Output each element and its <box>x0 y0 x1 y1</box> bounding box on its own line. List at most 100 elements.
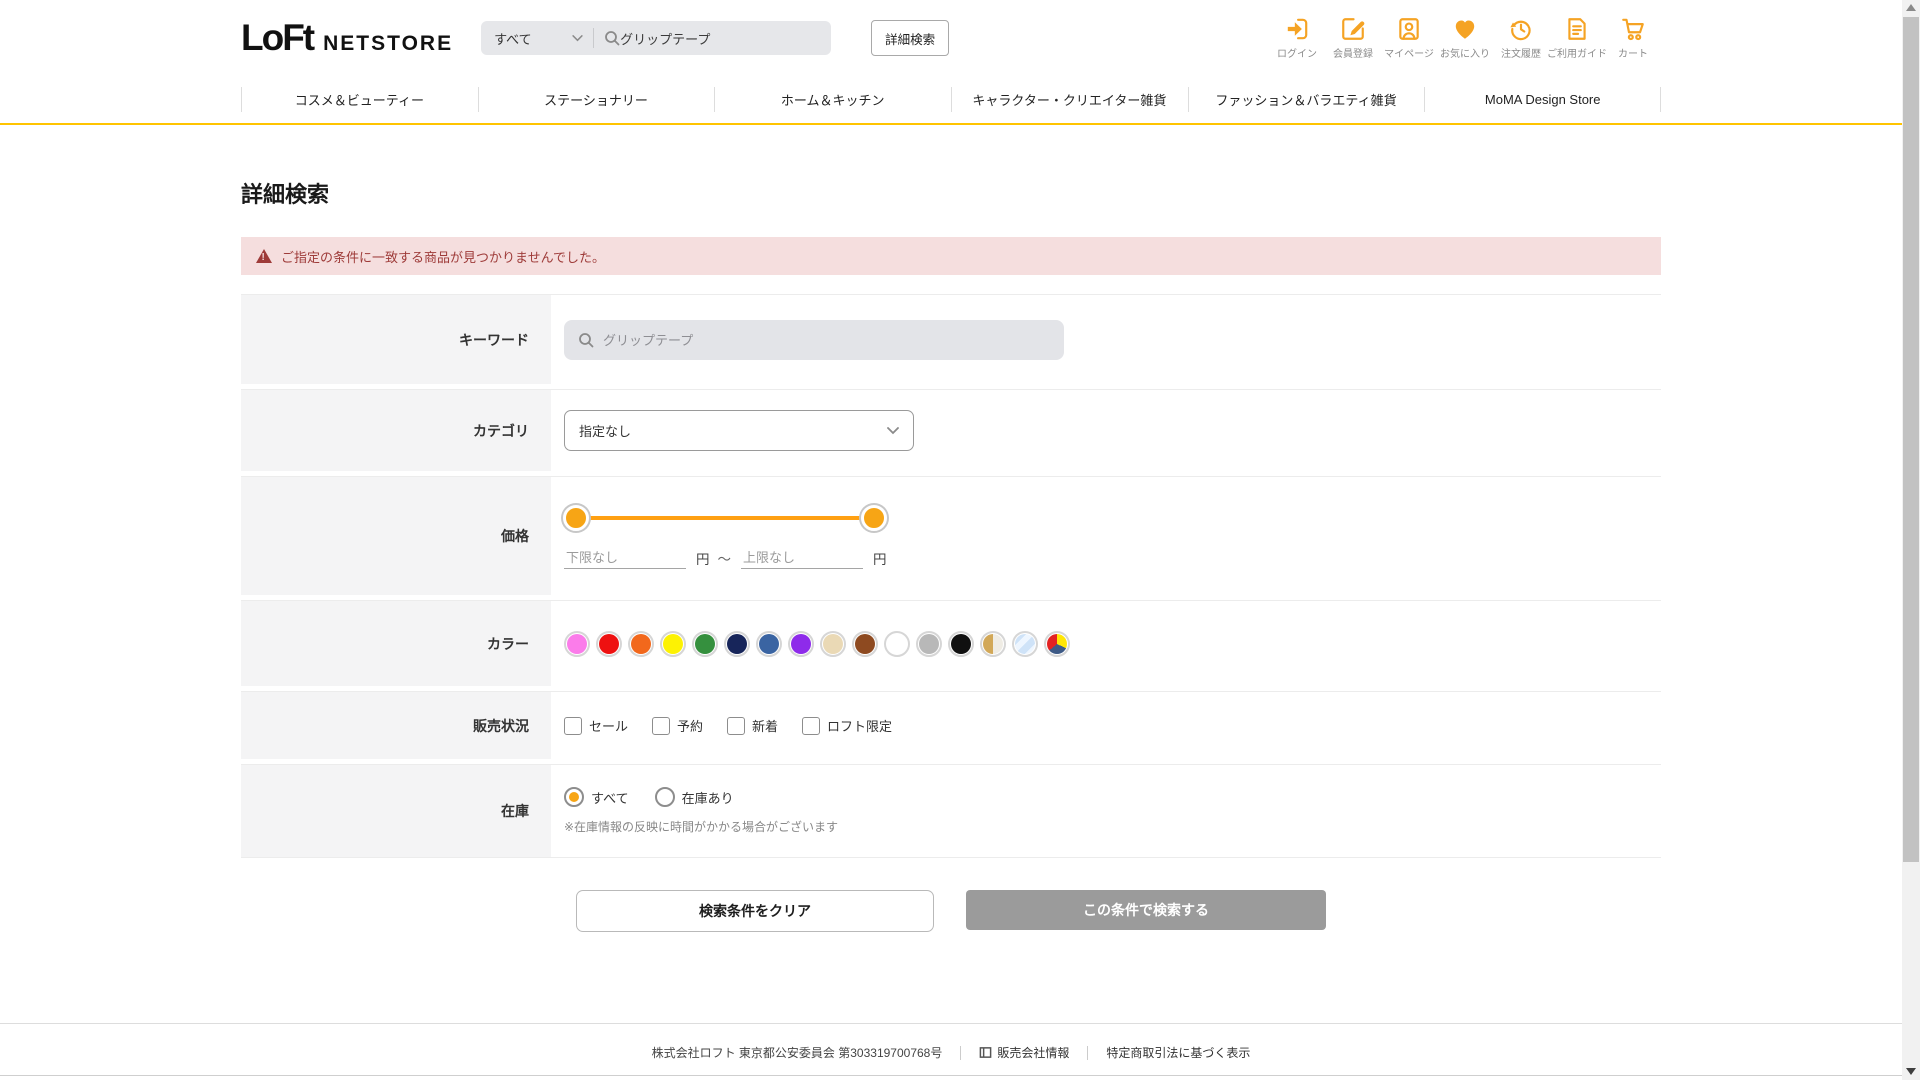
color-swatch-gray[interactable] <box>916 630 942 657</box>
color-swatch-blue[interactable] <box>756 630 782 657</box>
color-swatches <box>564 630 1661 657</box>
footer-link-seller-info[interactable]: 販売会社情報 <box>979 1044 1069 1061</box>
color-swatch-purple[interactable] <box>788 630 814 657</box>
footer-separator <box>1087 1045 1089 1060</box>
checkbox-preorder[interactable]: 予約 <box>652 716 703 735</box>
price-range-slider <box>563 505 887 531</box>
register-icon <box>1342 18 1365 40</box>
radio-label: すべて <box>591 790 629 806</box>
order-history-link[interactable]: 注文履歴 <box>1493 16 1549 60</box>
color-swatch-brown[interactable] <box>852 630 878 657</box>
nav-item-cosme[interactable]: コスメ＆ビューティー <box>241 76 478 123</box>
page-title: 詳細検索 <box>241 182 330 207</box>
scrollbar-thumb[interactable] <box>1903 17 1919 862</box>
category-select[interactable]: 指定なし <box>564 410 914 451</box>
search-submit-button[interactable]: この条件で検索する <box>966 890 1326 930</box>
mypage-label: マイページ <box>1384 49 1434 60</box>
footer-separator <box>960 1045 962 1060</box>
checkbox-label: 予約 <box>677 719 704 734</box>
price-max-input[interactable] <box>741 547 863 569</box>
main-content: 詳細検索 ! ご指定の条件に一致する商品が見つかりませんでした。 キーワード カ… <box>241 177 1661 932</box>
checkbox-loft-exclusive[interactable]: ロフト限定 <box>802 716 892 735</box>
color-swatch-clear[interactable] <box>1012 630 1038 657</box>
radio-all[interactable]: すべて <box>564 787 629 807</box>
color-swatch-beige[interactable] <box>820 630 846 657</box>
checkbox-label: ロフト限定 <box>827 719 893 734</box>
nav-item-home-kitchen[interactable]: ホーム＆キッチン <box>714 76 951 123</box>
mypage-link[interactable]: マイページ <box>1381 16 1437 60</box>
sales-status-checks: セール 予約 新着 ロフト限定 <box>564 716 1661 735</box>
color-swatch-red[interactable] <box>596 630 622 657</box>
scrollbar-up-arrow[interactable] <box>1906 4 1916 11</box>
footer-company-text: 株式会社ロフト 東京都公安委員会 第303319700768号 <box>651 1046 943 1060</box>
checkbox-box <box>564 716 582 735</box>
footer-link-label: 特定商取引法に基づく表示 <box>1106 1046 1251 1060</box>
no-results-message: ご指定の条件に一致する商品が見つかりませんでした。 <box>281 249 605 265</box>
color-swatch-green[interactable] <box>692 630 718 657</box>
guide-link[interactable]: ご利用ガイド <box>1547 16 1607 60</box>
color-swatch-navy[interactable] <box>724 630 750 657</box>
clear-conditions-button[interactable]: 検索条件をクリア <box>576 890 934 932</box>
sales-status-label: 販売状況 <box>241 692 551 759</box>
form-row-sales-status: 販売状況 セール 予約 新着 ロフト限定 <box>241 691 1661 759</box>
price-min-input[interactable] <box>564 547 686 569</box>
form-row-price: 価格 円 ～ 円 <box>241 476 1661 595</box>
heart-icon <box>1455 20 1475 39</box>
nav-item-character-goods[interactable]: キャラクター・クリエイター雑貨 <box>951 76 1188 123</box>
footer-inner: 株式会社ロフト 東京都公安委員会 第303319700768号 販売会社情報 特… <box>241 1024 1661 1076</box>
stock-note: ※在庫情報の反映に時間がかかる場合がございます <box>564 820 839 834</box>
form-row-stock: 在庫 すべて 在庫あり ※在庫情報の反映に時間がかかる場合がございます <box>241 764 1661 858</box>
nav-item-moma[interactable]: MoMA Design Store <box>1424 76 1661 123</box>
warning-icon: ! <box>256 249 272 263</box>
keyword-input[interactable] <box>603 332 1023 347</box>
search-icon <box>579 332 594 347</box>
nav-item-stationery[interactable]: ステーショナリー <box>477 76 715 123</box>
color-swatch-black[interactable] <box>948 630 974 657</box>
color-swatch-gold-silver[interactable] <box>980 630 1006 657</box>
checkbox-box <box>802 716 821 735</box>
radio-circle <box>654 787 675 807</box>
checkbox-box <box>652 716 671 735</box>
range-separator: ～ <box>717 552 732 567</box>
advanced-search-button[interactable]: 詳細検索 <box>871 20 950 56</box>
color-swatch-yellow[interactable] <box>660 630 686 657</box>
header-quick-links: ログイン 会員登録 マイページ お気に入り 注文履歴 ご利用ガイド カート <box>1269 16 1661 60</box>
loft-logo[interactable]: LoFt NETSTORE <box>241 17 453 59</box>
search-category-select[interactable]: すべて <box>481 29 593 48</box>
vertical-scrollbar <box>1902 0 1920 1080</box>
checkbox-sale[interactable]: セール <box>564 716 628 735</box>
yen-unit: 円 <box>696 552 710 567</box>
header-search-input[interactable] <box>620 30 821 46</box>
login-label: ログイン <box>1277 49 1317 60</box>
keyword-label: キーワード <box>241 295 551 384</box>
slider-track <box>576 516 874 520</box>
color-swatch-pink[interactable] <box>564 630 590 657</box>
register-link[interactable]: 会員登録 <box>1325 16 1381 60</box>
favorites-link[interactable]: お気に入り <box>1437 16 1493 60</box>
search-icon <box>605 31 620 46</box>
order-history-label: 注文履歴 <box>1501 49 1541 60</box>
nav-item-fashion-variety[interactable]: ファッション＆バラエティ雑貨 <box>1187 76 1425 123</box>
mypage-icon <box>1399 18 1419 40</box>
stock-label: 在庫 <box>241 765 551 857</box>
color-swatch-white[interactable] <box>884 630 910 657</box>
price-max-handle[interactable] <box>861 505 887 531</box>
radio-in-stock[interactable]: 在庫あり <box>654 787 734 807</box>
cart-link[interactable]: カート <box>1605 16 1661 60</box>
cart-label: カート <box>1618 49 1648 60</box>
price-min-handle[interactable] <box>563 505 589 531</box>
footer-link-commercial-law[interactable]: 特定商取引法に基づく表示 <box>1106 1044 1250 1061</box>
search-category-value: すべて <box>494 31 532 47</box>
login-link[interactable]: ログイン <box>1269 16 1325 60</box>
checkbox-new-arrival[interactable]: 新着 <box>727 716 778 735</box>
yen-unit: 円 <box>873 552 887 567</box>
site-footer: 株式会社ロフト 東京都公安委員会 第303319700768号 販売会社情報 特… <box>0 1023 1920 1076</box>
chevron-down-icon <box>572 34 583 41</box>
color-swatch-multicolor[interactable] <box>1044 630 1070 657</box>
scrollbar-down-arrow[interactable] <box>1906 1068 1916 1075</box>
history-clock-icon <box>1510 20 1531 41</box>
search-input-wrap <box>594 30 831 46</box>
guide-document-icon <box>1568 18 1586 40</box>
color-swatch-orange[interactable] <box>628 630 654 657</box>
logo-brand-text: LoFt <box>241 17 315 58</box>
